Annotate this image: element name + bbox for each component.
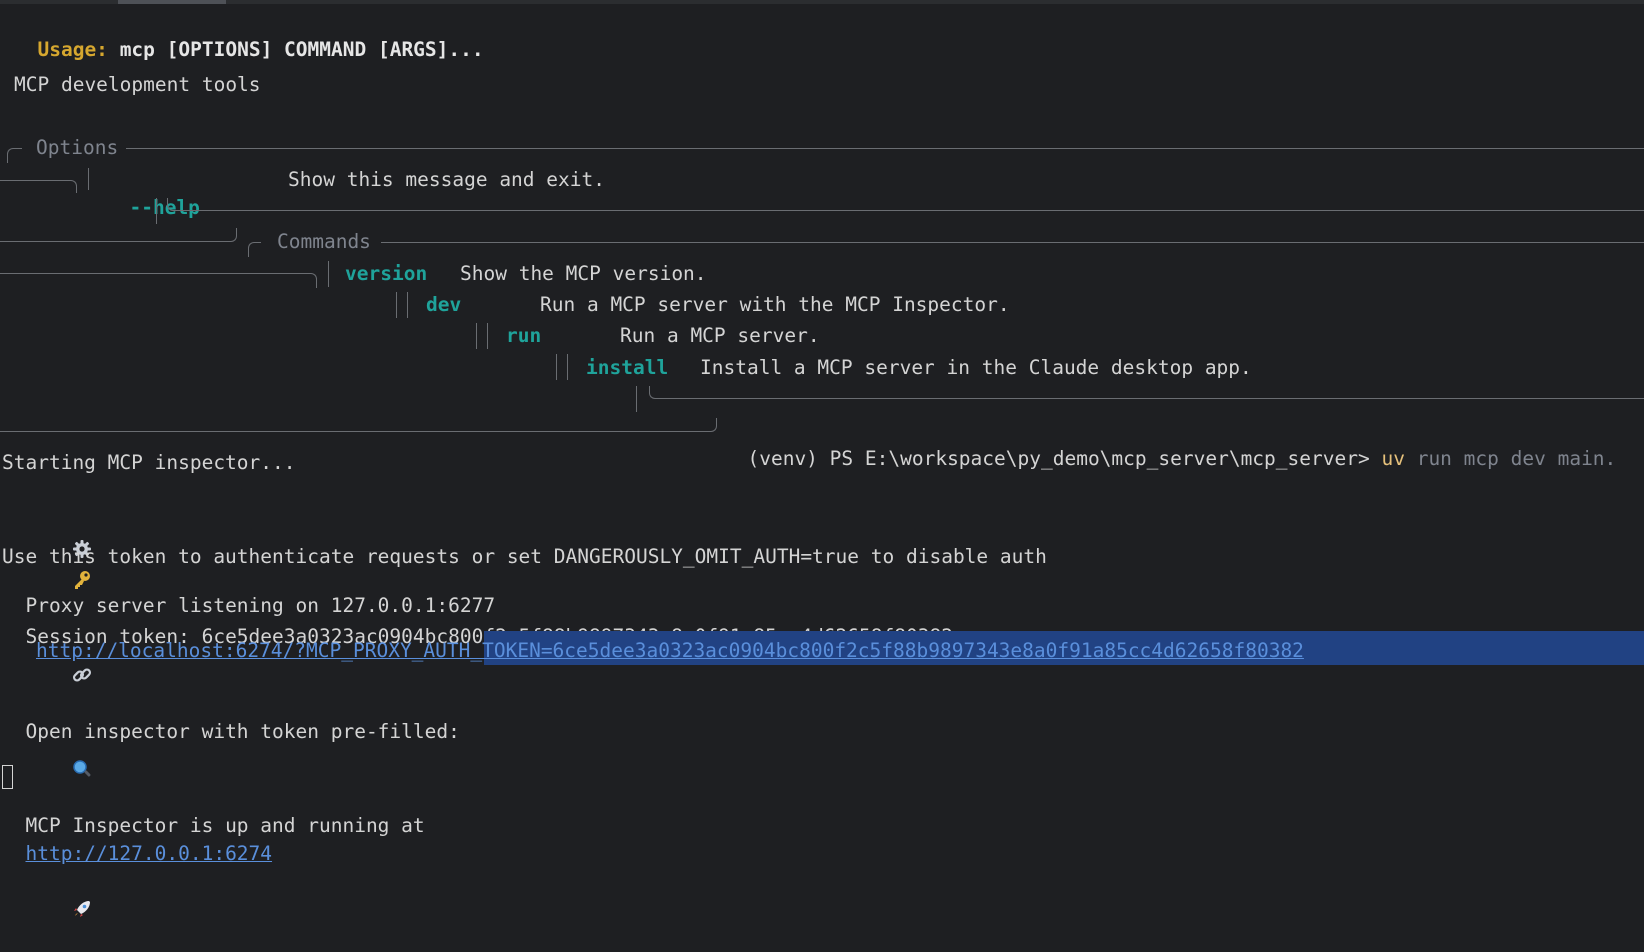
commands-box-left xyxy=(328,261,329,287)
output-running-prefix: MCP Inspector is up and running at xyxy=(25,814,425,837)
prompt-args: run mcp dev main. xyxy=(1416,447,1617,470)
inspector-url-link[interactable]: http://localhost:6274/?MCP_PROXY_AUTH_TO… xyxy=(36,637,1304,665)
commands-box-left-4a xyxy=(556,354,557,380)
commands-box-left-3a xyxy=(476,323,477,349)
options-title: Options xyxy=(36,136,119,159)
help-desc: Show this message and exit. xyxy=(288,168,605,191)
command-version-desc: Show the MCP version. xyxy=(460,262,707,285)
usage-line: Usage: mcp [OPTIONS] COMMAND [ARGS]... xyxy=(14,8,483,61)
command-run-desc: Run a MCP server. xyxy=(620,324,820,347)
shell-prompt: (venv) PS E:\workspace\py_demo\mcp_serve… xyxy=(724,417,1616,470)
output-proxy-line: Proxy server listening on 127.0.0.1:6277 xyxy=(2,480,495,617)
output-open-line: Open inspector with token pre-filled: xyxy=(2,606,460,743)
options-box-left xyxy=(88,168,89,190)
terminal-cursor xyxy=(2,765,13,789)
running-url-link[interactable]: http://127.0.0.1:6274 xyxy=(25,842,272,865)
commands-box-corner xyxy=(248,242,261,257)
commands-box-top xyxy=(381,242,1644,243)
command-dev-desc: Run a MCP server with the MCP Inspector. xyxy=(540,293,1010,316)
output-use-token: Use this token to authenticate requests … xyxy=(2,545,1047,568)
scrollbar-thumb[interactable] xyxy=(118,0,226,4)
output-running-line: MCP Inspector is up and running at http:… xyxy=(2,700,425,917)
commands-box-left-4b xyxy=(567,354,568,380)
command-dev: dev xyxy=(426,293,462,316)
options-wrap-line xyxy=(0,180,77,193)
output-session-line: Session token: 6ce5dee3a0323ac0904bc800f… xyxy=(2,511,953,648)
prompt-path: (venv) PS E:\workspace\py_demo\mcp_serve… xyxy=(747,447,1370,470)
description: MCP development tools xyxy=(14,73,261,96)
command-install: install xyxy=(586,356,669,379)
commands-wrap-line-2 xyxy=(0,273,317,288)
commands-box-left-3b xyxy=(487,323,488,349)
options-box-corner xyxy=(7,148,22,163)
options-box-top xyxy=(126,148,1644,149)
output-starting: Starting MCP inspector... xyxy=(2,451,296,474)
command-version: version xyxy=(345,262,428,285)
terminal-scrollbar[interactable] xyxy=(0,0,1644,4)
magnifier-icon xyxy=(25,728,91,812)
commands-box-bottom xyxy=(649,386,1644,399)
commands-wrap-line-3 xyxy=(0,418,717,432)
commands-box-left-2a xyxy=(396,292,397,318)
commands-wrap-line xyxy=(0,228,237,242)
rocket-icon xyxy=(25,868,91,952)
options-box-divider xyxy=(156,198,157,224)
command-install-desc: Install a MCP server in the Claude deskt… xyxy=(700,356,1252,379)
options-box-bottom xyxy=(167,198,1644,211)
options-item: --help xyxy=(106,166,199,219)
command-run: run xyxy=(506,324,542,347)
commands-box-left-2b xyxy=(407,292,408,318)
usage-command: mcp [OPTIONS] COMMAND [ARGS]... xyxy=(119,38,484,61)
usage-label: Usage: xyxy=(37,38,108,61)
commands-box-divider xyxy=(636,386,637,412)
prompt-cmd: uv xyxy=(1381,447,1405,470)
commands-title: Commands xyxy=(277,230,371,253)
